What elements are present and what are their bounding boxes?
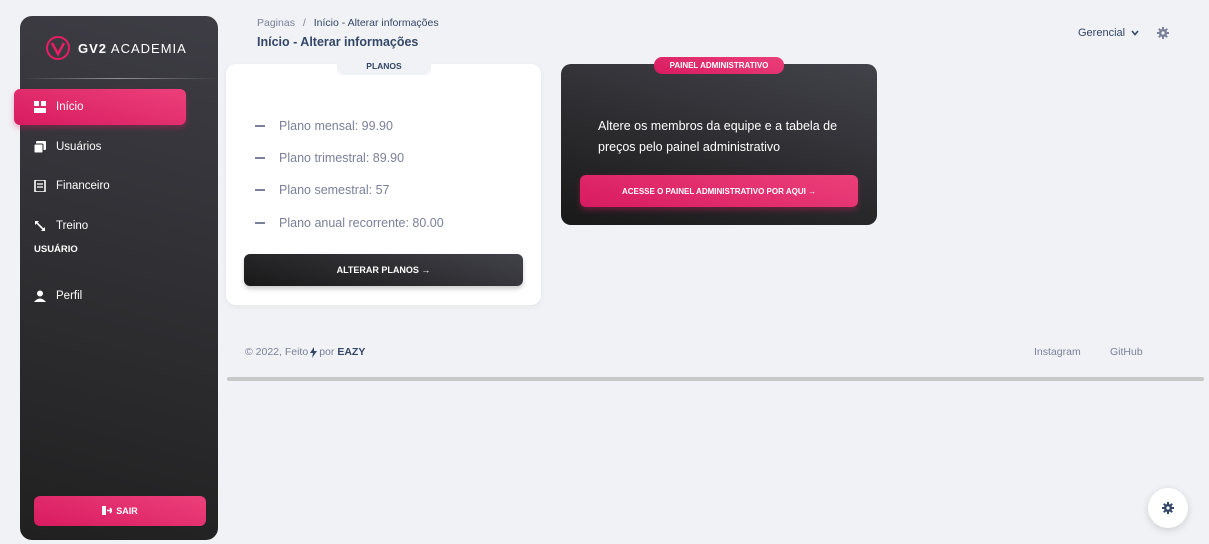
plan-label: Plano trimestral: 89.90 [279,151,405,165]
logout-icon [102,505,114,517]
plan-label: Plano mensal: 99.90 [279,119,393,133]
admin-description: Altere os membros da equipe e a tabela d… [598,119,838,154]
arrows-icon [34,220,46,232]
sidebar-section-label: USUÁRIO [34,244,78,255]
gear-icon[interactable] [1157,27,1169,39]
logout-button[interactable]: SAIR [34,496,206,526]
plan-item: Plano semestral: 57 [255,183,389,197]
plans-tab: PLANOS [337,57,431,75]
copyright-prefix: © 2022, Feito [245,346,309,358]
chevron-down-icon [1131,30,1139,36]
sidebar-item-label: Financeiro [56,180,110,192]
sidebar-divider [20,78,218,79]
sidebar-item-label: Início [56,101,84,113]
brand[interactable]: GV2 ACADEMIA [46,34,187,62]
logout-label: SAIR [116,506,138,516]
role-dropdown[interactable]: Gerencial [1078,27,1139,39]
brand-logo-icon [46,36,70,60]
users-icon [34,141,46,153]
plan-item: Plano trimestral: 89.90 [255,151,404,165]
change-plans-button[interactable]: ALTERAR PLANOS → [244,254,523,286]
role-dropdown-value: Gerencial [1078,27,1126,39]
footer-link-instagram[interactable]: Instagram [1034,346,1081,358]
admin-panel-button[interactable]: ACESSE O PAINEL ADMINISTRATIVO POR AQUI … [580,175,858,207]
footer-link-github[interactable]: GitHub [1110,346,1143,358]
sidebar-item-label: Usuários [56,141,102,153]
bolt-icon [310,346,318,358]
breadcrumb-separator: / [302,17,306,29]
copyright-middle: por [319,346,335,358]
config-fab-button[interactable] [1148,488,1188,528]
dash-icon [255,157,265,159]
sidebar-item-label: Perfil [56,290,83,302]
dash-icon [255,222,265,224]
dash-icon [255,189,265,191]
dash-icon [255,125,265,127]
plan-item: Plano anual recorrente: 80.00 [255,216,444,230]
sidebar-item-treino[interactable]: Treino [14,208,186,244]
receipt-icon [34,180,46,192]
sidebar-item-financeiro[interactable]: Financeiro [14,168,186,204]
copyright-brand[interactable]: EAZY [337,346,365,358]
sidebar-item-inicio[interactable]: Início [14,89,186,125]
page-title: Início - Alterar informações [257,35,419,49]
brand-name: GV2 ACADEMIA [78,40,187,56]
breadcrumb: Paginas / Início - Alterar informações [257,17,439,29]
dashboard-icon [34,101,46,113]
sidebar-item-usuarios[interactable]: Usuários [14,129,186,165]
gear-icon [1162,502,1174,514]
breadcrumb-root[interactable]: Paginas [257,17,295,29]
person-icon [34,290,46,302]
footer-divider [227,377,1204,381]
plan-label: Plano anual recorrente: 80.00 [279,216,444,230]
sidebar-item-perfil[interactable]: Perfil [14,278,186,314]
sidebar-item-label: Treino [56,220,89,232]
admin-badge: PAINEL ADMINISTRATIVO [654,57,784,74]
footer-copyright: © 2022, Feito por EAZY [245,346,365,358]
plan-item: Plano mensal: 99.90 [255,119,393,133]
plan-label: Plano semestral: 57 [279,183,390,197]
breadcrumb-current: Início - Alterar informações [313,17,439,29]
